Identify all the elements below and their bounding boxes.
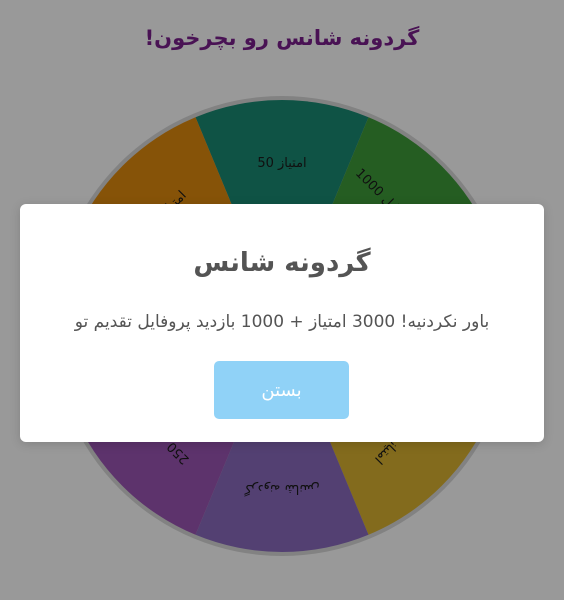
close-button[interactable]: بستن (214, 361, 349, 419)
dialog-title: گردونه شانس (193, 248, 371, 278)
result-dialog: گردونه شانس باور نکردنیه! 3000 امتیاز + … (20, 204, 544, 442)
dialog-message: باور نکردنیه! 3000 امتیاز + 1000 بازدید … (74, 312, 490, 332)
